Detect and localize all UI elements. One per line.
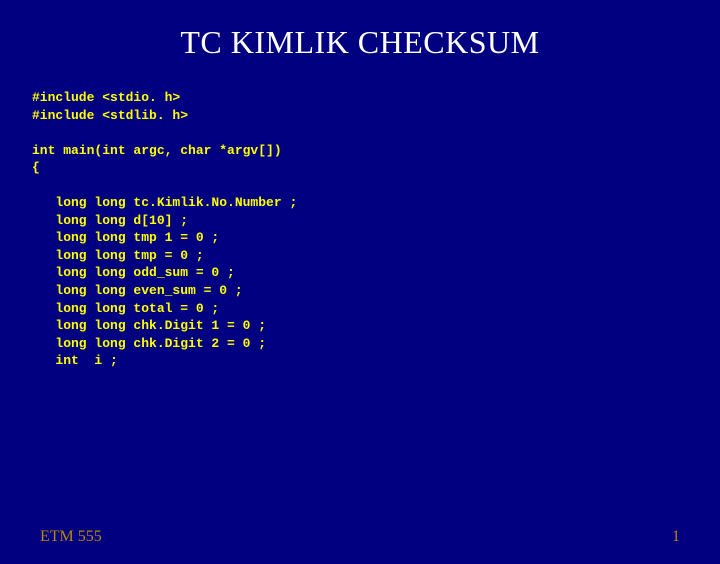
footer-course: ETM 555 [40, 528, 102, 546]
footer-page-number: 1 [672, 528, 680, 546]
code-block: #include <stdio. h> #include <stdlib. h>… [32, 89, 720, 370]
slide-title: TC KIMLIK CHECKSUM [0, 24, 720, 61]
